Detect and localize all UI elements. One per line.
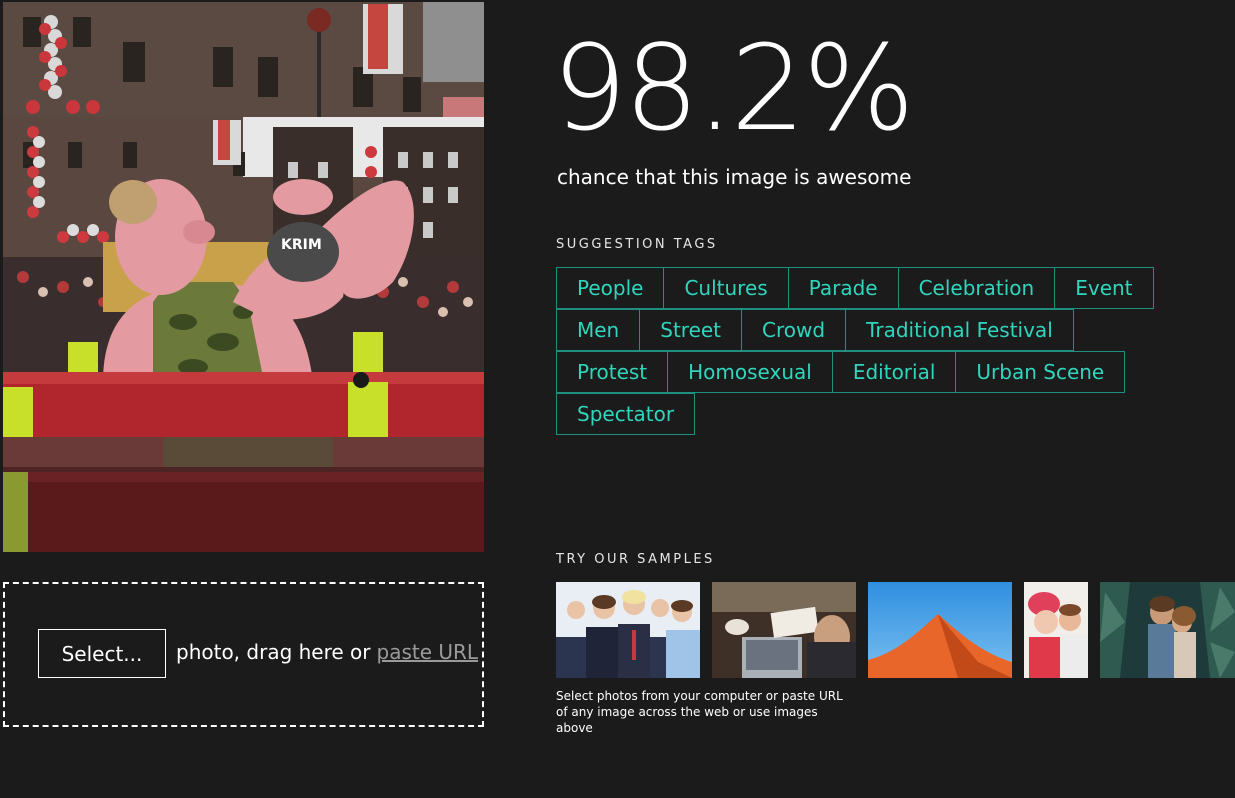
tag-homosexual[interactable]: Homosexual: [667, 351, 833, 393]
tag-urban-scene[interactable]: Urban Scene: [955, 351, 1126, 393]
tag-parade[interactable]: Parade: [787, 267, 899, 309]
upload-dropzone[interactable]: Select... photo, drag here or paste URL: [3, 582, 484, 727]
select-photo-button[interactable]: Select...: [38, 629, 166, 678]
samples-hint: Select photos from your computer or past…: [556, 689, 843, 735]
suggestion-tags: People Cultures Parade Celebration Event…: [556, 267, 1196, 435]
tag-spectator[interactable]: Spectator: [556, 393, 696, 435]
tag-men[interactable]: Men: [556, 309, 641, 351]
awesomeness-score: 98.2%: [552, 19, 915, 157]
upload-instructions: photo, drag here or paste URL: [176, 640, 478, 664]
carnival-float-image: KRIM: [3, 2, 484, 552]
sample-couple-winter[interactable]: [1024, 582, 1088, 678]
sample-desk-laptop[interactable]: [712, 582, 856, 678]
sample-thumbnails: [556, 582, 1235, 678]
krim-sign-text: KRIM: [281, 237, 322, 253]
tag-row: Spectator: [556, 393, 1196, 435]
tag-protest[interactable]: Protest: [556, 351, 669, 393]
tag-row: Protest Homosexual Editorial Urban Scene: [556, 351, 1196, 393]
tag-celebration[interactable]: Celebration: [897, 267, 1056, 309]
sample-business-team[interactable]: [556, 582, 700, 678]
score-caption: chance that this image is awesome: [557, 165, 912, 189]
sample-desert-dune[interactable]: [868, 582, 1012, 678]
tag-traditional-festival[interactable]: Traditional Festival: [845, 309, 1074, 351]
tag-row: Men Street Crowd Traditional Festival: [556, 309, 1196, 351]
paste-url-link[interactable]: paste URL: [377, 640, 479, 664]
tag-event[interactable]: Event: [1054, 267, 1154, 309]
suggestion-tags-heading: SUGGESTION TAGS: [556, 237, 718, 252]
tag-street[interactable]: Street: [639, 309, 743, 351]
tag-people[interactable]: People: [556, 267, 665, 309]
analyzed-image-preview: KRIM: [3, 2, 484, 552]
sample-couple-forest[interactable]: [1100, 582, 1235, 678]
upload-text: photo, drag here or: [176, 640, 371, 664]
tag-row: People Cultures Parade Celebration Event: [556, 267, 1196, 309]
tag-editorial[interactable]: Editorial: [831, 351, 957, 393]
samples-heading: TRY OUR SAMPLES: [556, 552, 715, 567]
tag-cultures[interactable]: Cultures: [663, 267, 789, 309]
tag-crowd[interactable]: Crowd: [741, 309, 847, 351]
